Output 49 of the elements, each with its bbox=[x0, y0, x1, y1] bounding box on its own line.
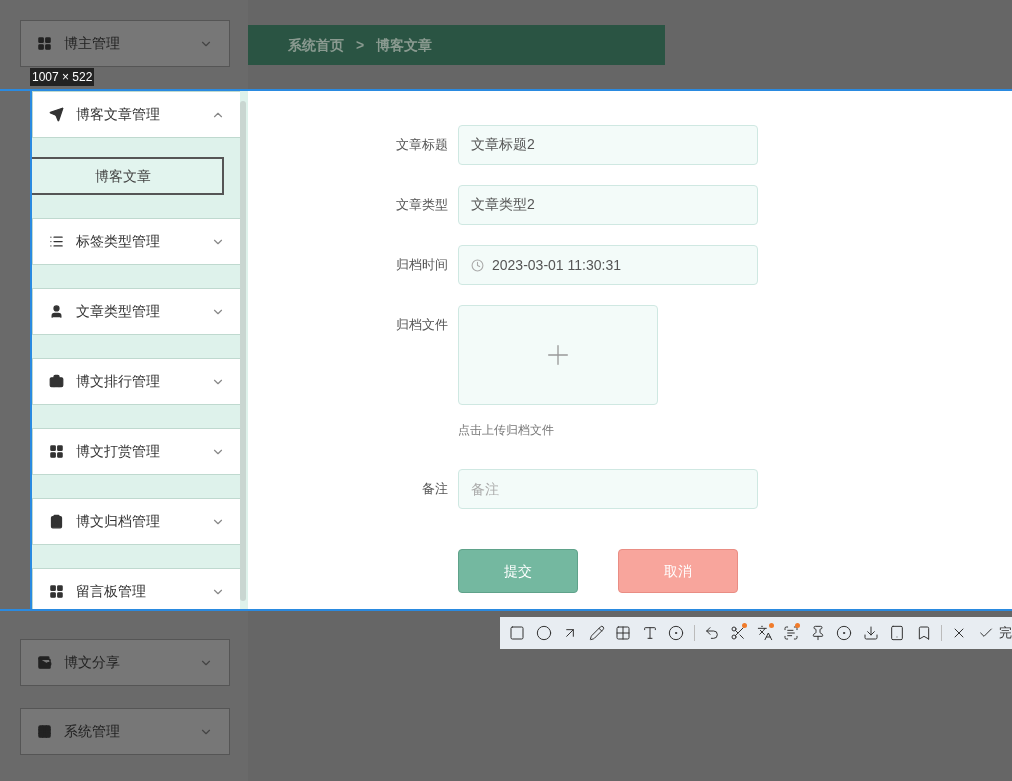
clock-icon bbox=[471, 258, 484, 272]
scan-icon bbox=[783, 625, 800, 641]
datetime-field[interactable]: 2023-03-01 11:30:31 bbox=[458, 245, 758, 285]
input-field[interactable]: 备注 bbox=[458, 469, 758, 509]
text-icon bbox=[641, 625, 658, 641]
briefcase-icon bbox=[49, 374, 64, 389]
pencil-icon bbox=[588, 625, 605, 641]
mosaic-icon bbox=[615, 625, 632, 641]
rectangle-icon bbox=[509, 625, 526, 641]
user-icon bbox=[49, 304, 64, 319]
sidebar-item[interactable]: 博文归档管理 bbox=[32, 498, 240, 545]
sidebar-item[interactable]: 文章类型管理 bbox=[32, 288, 240, 335]
sidebar-item[interactable]: 博文打赏管理 bbox=[32, 428, 240, 475]
field-label: 归档时间 bbox=[395, 256, 448, 274]
grid-icon bbox=[49, 444, 64, 459]
scrollbar[interactable] bbox=[240, 101, 246, 601]
submenu-item[interactable]: 博客文章 bbox=[32, 157, 224, 195]
translate-icon bbox=[756, 625, 773, 641]
selection-size-label: 1007 × 522 bbox=[30, 68, 95, 86]
input-field[interactable]: 文章类型2 bbox=[458, 185, 758, 225]
wallet-icon bbox=[37, 655, 52, 670]
record-icon bbox=[836, 625, 853, 641]
field-label: 归档文件 bbox=[395, 316, 448, 334]
tablet-icon bbox=[889, 625, 906, 641]
input-field[interactable]: 文章标题2 bbox=[458, 125, 758, 165]
sidebar-item[interactable]: 标签类型管理 bbox=[32, 218, 240, 265]
sidebar-item[interactable]: 系统管理 bbox=[20, 708, 230, 755]
field-label: 备注 bbox=[421, 480, 448, 498]
number-icon bbox=[668, 625, 685, 641]
datetime-value: 2023-03-01 11:30:31 bbox=[492, 255, 622, 275]
confirm-label[interactable]: 完 bbox=[998, 623, 1012, 643]
field-label: 文章标题 bbox=[395, 136, 448, 154]
download-icon bbox=[862, 625, 879, 641]
upload-hint: 点击上传归档文件 bbox=[458, 422, 555, 439]
sidebar-item[interactable]: 博文分享 bbox=[20, 639, 230, 686]
grid-icon bbox=[49, 584, 64, 599]
sidebar-item[interactable]: 博文排行管理 bbox=[32, 358, 240, 405]
field-label: 文章类型 bbox=[395, 196, 448, 214]
scissors-icon bbox=[730, 625, 747, 641]
breadcrumb-item: > bbox=[356, 35, 365, 55]
paper-plane-icon bbox=[49, 107, 64, 122]
circle-icon bbox=[535, 625, 552, 641]
sidebar-item[interactable]: 博主管理 bbox=[20, 20, 230, 67]
undo-icon bbox=[703, 625, 720, 641]
grid-icon bbox=[37, 36, 52, 51]
breadcrumb-item: 博客文章 bbox=[376, 35, 433, 55]
list-icon bbox=[49, 234, 64, 249]
sidebar-item[interactable]: 留言板管理 bbox=[32, 568, 240, 609]
sidebar-item[interactable]: 博客文章管理 bbox=[32, 91, 240, 138]
